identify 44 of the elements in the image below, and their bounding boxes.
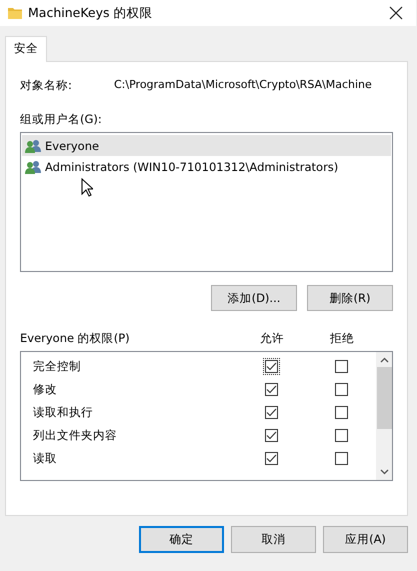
user-action-button[interactable]: 删除(R) <box>307 285 393 311</box>
user-list-item[interactable]: Administrators (WIN10-710101312\Administrators) <box>22 156 391 177</box>
mouse-cursor-icon <box>81 178 93 197</box>
permission-name: 列出文件夹内容 <box>33 428 118 443</box>
scroll-down-icon[interactable] <box>380 469 388 475</box>
scroll-up-icon[interactable] <box>380 357 388 363</box>
permission-name: 完全控制 <box>33 359 82 374</box>
deny-checkbox[interactable] <box>332 427 350 444</box>
permission-name: 读取和执行 <box>33 405 94 420</box>
allow-checkbox[interactable] <box>262 450 280 467</box>
allow-checkbox[interactable] <box>262 358 280 375</box>
users-label: 组或用户名(G): <box>20 112 103 127</box>
check-icon <box>266 362 276 371</box>
deny-checkbox[interactable] <box>332 404 350 421</box>
dialog-button[interactable]: 取消 <box>231 526 316 553</box>
check-icon <box>266 385 276 394</box>
scrollbar-thumb[interactable] <box>376 367 392 429</box>
allow-checkbox[interactable] <box>262 381 280 398</box>
object-name-label: 对象名称: <box>20 78 73 93</box>
deny-checkbox[interactable] <box>332 450 350 467</box>
permission-name: 修改 <box>33 382 58 397</box>
users-icon <box>24 138 42 152</box>
permissions-label: Everyone 的权限(P) <box>20 331 131 346</box>
allow-header: 允许 <box>259 331 285 346</box>
close-icon[interactable] <box>389 6 403 20</box>
dialog-button[interactable]: 确定 <box>139 526 224 553</box>
window-title: MachineKeys 的权限 <box>28 4 152 22</box>
deny-checkbox[interactable] <box>332 358 350 375</box>
dialog-button[interactable]: 应用(A) <box>323 526 408 553</box>
check-icon <box>266 408 276 417</box>
check-icon <box>266 454 276 463</box>
users-icon <box>24 160 42 174</box>
deny-header: 拒绝 <box>329 331 355 346</box>
tab[interactable]: 安全 <box>5 36 47 62</box>
folder-icon <box>8 7 22 19</box>
deny-checkbox[interactable] <box>332 381 350 398</box>
user-action-button[interactable]: 添加(D)... <box>211 285 297 311</box>
user-list-item[interactable]: Everyone <box>22 135 391 156</box>
allow-checkbox[interactable] <box>262 404 280 421</box>
allow-checkbox[interactable] <box>262 427 280 444</box>
permission-name: 读取 <box>33 451 58 466</box>
object-name-value: C:\ProgramData\Microsoft\Crypto\RSA\Machine <box>114 78 372 93</box>
check-icon <box>266 431 276 440</box>
scrollbar[interactable] <box>376 352 392 480</box>
